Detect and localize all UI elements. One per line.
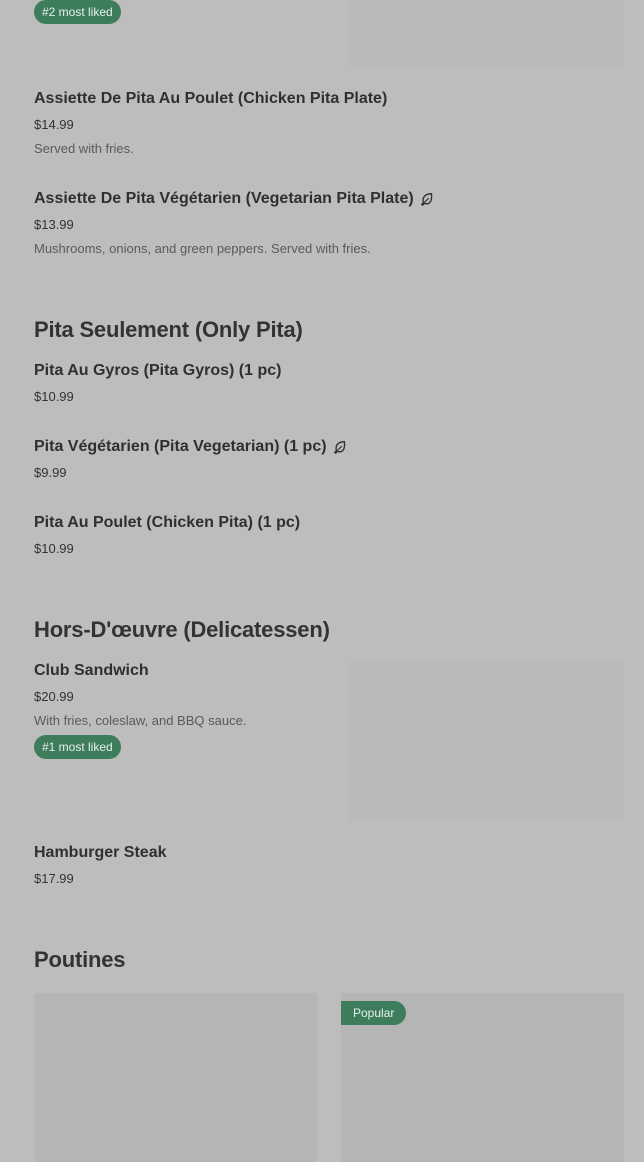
section-title-poutines: Poutines [34,947,126,972]
item-price: $10.99 [34,389,74,404]
item-description: Mushrooms, onions, and green peppers. Se… [34,241,371,256]
item-name: Assiette De Pita Au Poulet (Chicken Pita… [34,90,388,107]
item-name: Hamburger Steak [34,844,167,861]
item-name-row: Assiette De Pita Végétarien (Vegetarian … [34,189,434,209]
leaf-icon [333,440,345,454]
section-title-delicatessen: Hors-D'œuvre (Delicatessen) [34,617,330,642]
item-name: Assiette De Pita Végétarien (Vegetarian … [34,190,414,207]
section-title-pita-only: Pita Seulement (Only Pita) [34,317,303,342]
item-price: $17.99 [34,871,74,886]
item-name: Pita Au Gyros (Pita Gyros) (1 pc) [34,362,282,379]
menu-item-hamburger-steak[interactable]: Hamburger Steak $17.99 [34,843,624,899]
most-liked-badge: #1 most liked [34,735,121,759]
item-image[interactable] [348,0,624,66]
popular-badge: Popular [341,1001,407,1025]
leaf-icon [420,192,432,206]
item-name-row: Pita Végétarien (Pita Vegetarian) (1 pc) [34,437,347,457]
most-liked-badge: #2 most liked [34,0,121,24]
item-description: With fries, coleslaw, and BBQ sauce. [34,713,247,728]
club-sandwich-image[interactable] [348,661,624,821]
poutine-card-image[interactable] [34,993,317,1162]
menu-item-pita-chicken[interactable]: Pita Au Poulet (Chicken Pita) (1 pc) $10… [34,513,624,569]
item-price: $14.99 [34,117,74,132]
menu-item-chicken-pita-plate[interactable]: Assiette De Pita Au Poulet (Chicken Pita… [34,89,624,169]
poutine-card-image-popular[interactable]: Popular [341,993,624,1162]
menu-item-pita-gyros[interactable]: Pita Au Gyros (Pita Gyros) (1 pc) $10.99 [34,361,624,417]
item-name: Pita Au Poulet (Chicken Pita) (1 pc) [34,514,301,531]
item-description: Served with fries. [34,141,134,156]
menu-item-pita-vegetarian[interactable]: Pita Végétarien (Pita Vegetarian) (1 pc)… [34,437,624,493]
menu-item-vegetarian-pita-plate[interactable]: Assiette De Pita Végétarien (Vegetarian … [34,189,624,269]
item-price: $20.99 [34,689,74,704]
item-name: Pita Végétarien (Pita Vegetarian) (1 pc) [34,438,327,455]
item-price: $10.99 [34,541,74,556]
menu-item-club-sandwich[interactable]: Club Sandwich $20.99 With fries, colesla… [34,661,334,771]
item-price: $9.99 [34,465,67,480]
item-name: Club Sandwich [34,662,149,679]
item-price: $13.99 [34,217,74,232]
